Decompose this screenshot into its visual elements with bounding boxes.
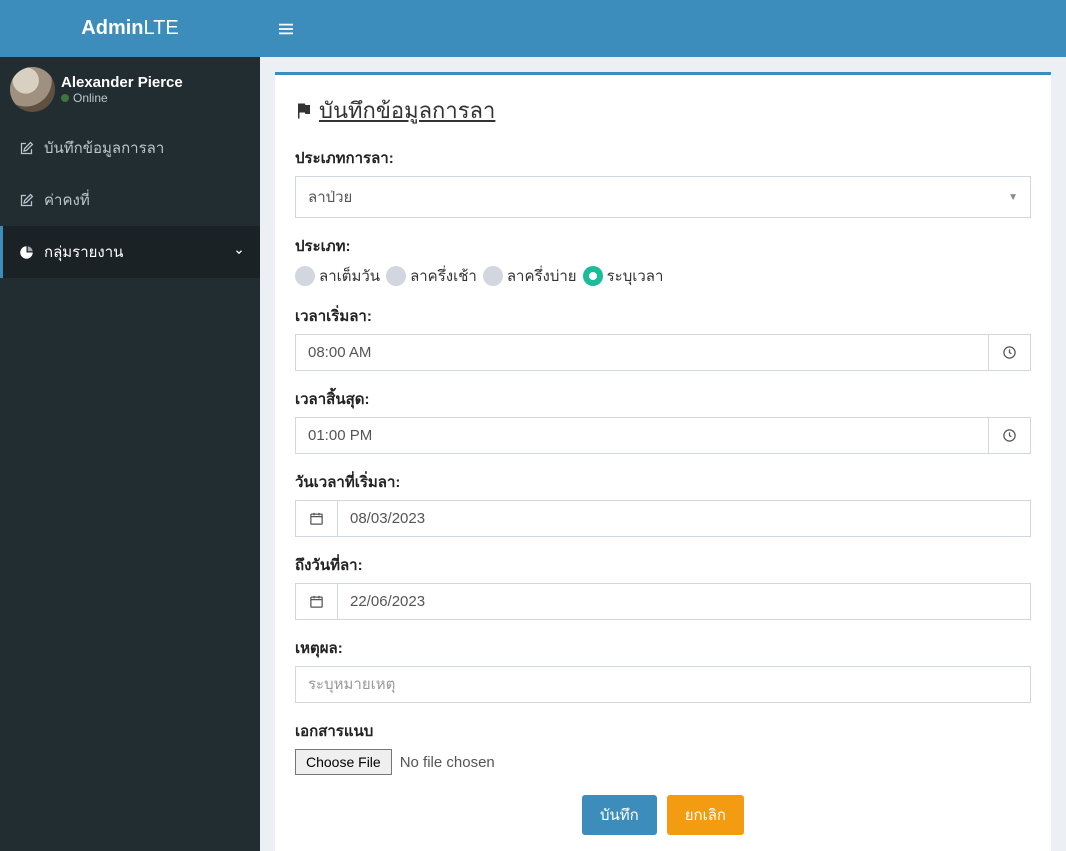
calendar-icon[interactable] <box>295 500 337 537</box>
choose-file-button[interactable]: Choose File <box>295 749 392 775</box>
user-status: Online <box>61 91 183 105</box>
user-name: Alexander Pierce <box>61 74 183 91</box>
label-start-time: เวลาเริ่มลา: <box>295 304 1031 328</box>
label-type: ประเภท: <box>295 234 1031 258</box>
page-title: บันทึกข้อมูลการลา <box>295 93 1031 128</box>
label-reason: เหตุผล: <box>295 636 1031 660</box>
sidebar-nav: บันทึกข้อมูลการลา ค่าคงที่ กลุ่มรายงาน <box>0 122 260 278</box>
avatar <box>10 67 55 112</box>
sidebar-item-label: บันทึกข้อมูลการลา <box>44 136 164 160</box>
type-radios: ลาเต็มวัน ลาครึ่งเช้า ลาครึ่งบ่าย ร <box>295 264 1031 288</box>
sidebar: AdminLTE Alexander Pierce Online บันทึกข… <box>0 0 260 851</box>
caret-down-icon: ▼ <box>1008 192 1018 203</box>
chevron-down-icon <box>234 247 244 257</box>
user-panel: Alexander Pierce Online <box>0 57 260 122</box>
edit-icon <box>19 193 34 208</box>
hamburger-icon[interactable] <box>278 22 294 36</box>
cancel-button[interactable]: ยกเลิก <box>667 795 744 835</box>
form-box: บันทึกข้อมูลการลา ประเภทการลา: ลาป่วย ▼ … <box>275 72 1051 851</box>
sidebar-item-leave[interactable]: บันทึกข้อมูลการลา <box>0 122 260 174</box>
brand-bold: Admin <box>81 17 143 39</box>
start-time-input[interactable] <box>295 334 989 371</box>
radio-half-morning[interactable]: ลาครึ่งเช้า <box>386 264 477 288</box>
radio-specify-time[interactable]: ระบุเวลา <box>583 264 664 288</box>
label-start-date: วันเวลาที่เริ่มลา: <box>295 470 1031 494</box>
brand-light: LTE <box>144 17 179 39</box>
clock-icon[interactable] <box>989 334 1031 371</box>
label-end-time: เวลาสิ้นสุด: <box>295 387 1031 411</box>
end-date-input[interactable] <box>337 583 1031 620</box>
radio-icon <box>583 266 603 286</box>
leave-type-select[interactable]: ลาป่วย ▼ <box>295 176 1031 218</box>
radio-icon <box>483 266 503 286</box>
save-button[interactable]: บันทึก <box>582 795 657 835</box>
sidebar-item-label: กลุ่มรายงาน <box>44 240 123 264</box>
reason-input[interactable] <box>295 666 1031 703</box>
label-end-date: ถึงวันที่ลา: <box>295 553 1031 577</box>
radio-icon <box>295 266 315 286</box>
file-status-text: No file chosen <box>400 754 495 771</box>
topbar <box>260 0 1066 57</box>
clock-icon[interactable] <box>989 417 1031 454</box>
brand-logo[interactable]: AdminLTE <box>0 0 260 57</box>
radio-icon <box>386 266 406 286</box>
label-leave-type: ประเภทการลา: <box>295 146 1031 170</box>
flag-icon <box>295 102 313 120</box>
form-actions: บันทึก ยกเลิก <box>295 795 1031 835</box>
sidebar-item-label: ค่าคงที่ <box>44 188 90 212</box>
start-date-input[interactable] <box>337 500 1031 537</box>
label-attachment: เอกสารแนบ <box>295 719 1031 743</box>
online-dot-icon <box>61 94 69 102</box>
sidebar-item-constants[interactable]: ค่าคงที่ <box>0 174 260 226</box>
radio-full-day[interactable]: ลาเต็มวัน <box>295 264 380 288</box>
edit-icon <box>19 141 34 156</box>
radio-half-afternoon[interactable]: ลาครึ่งบ่าย <box>483 264 577 288</box>
sidebar-item-reports[interactable]: กลุ่มรายงาน <box>0 226 260 278</box>
dashboard-icon <box>19 245 34 260</box>
calendar-icon[interactable] <box>295 583 337 620</box>
file-input[interactable]: Choose File No file chosen <box>295 749 1031 775</box>
end-time-input[interactable] <box>295 417 989 454</box>
